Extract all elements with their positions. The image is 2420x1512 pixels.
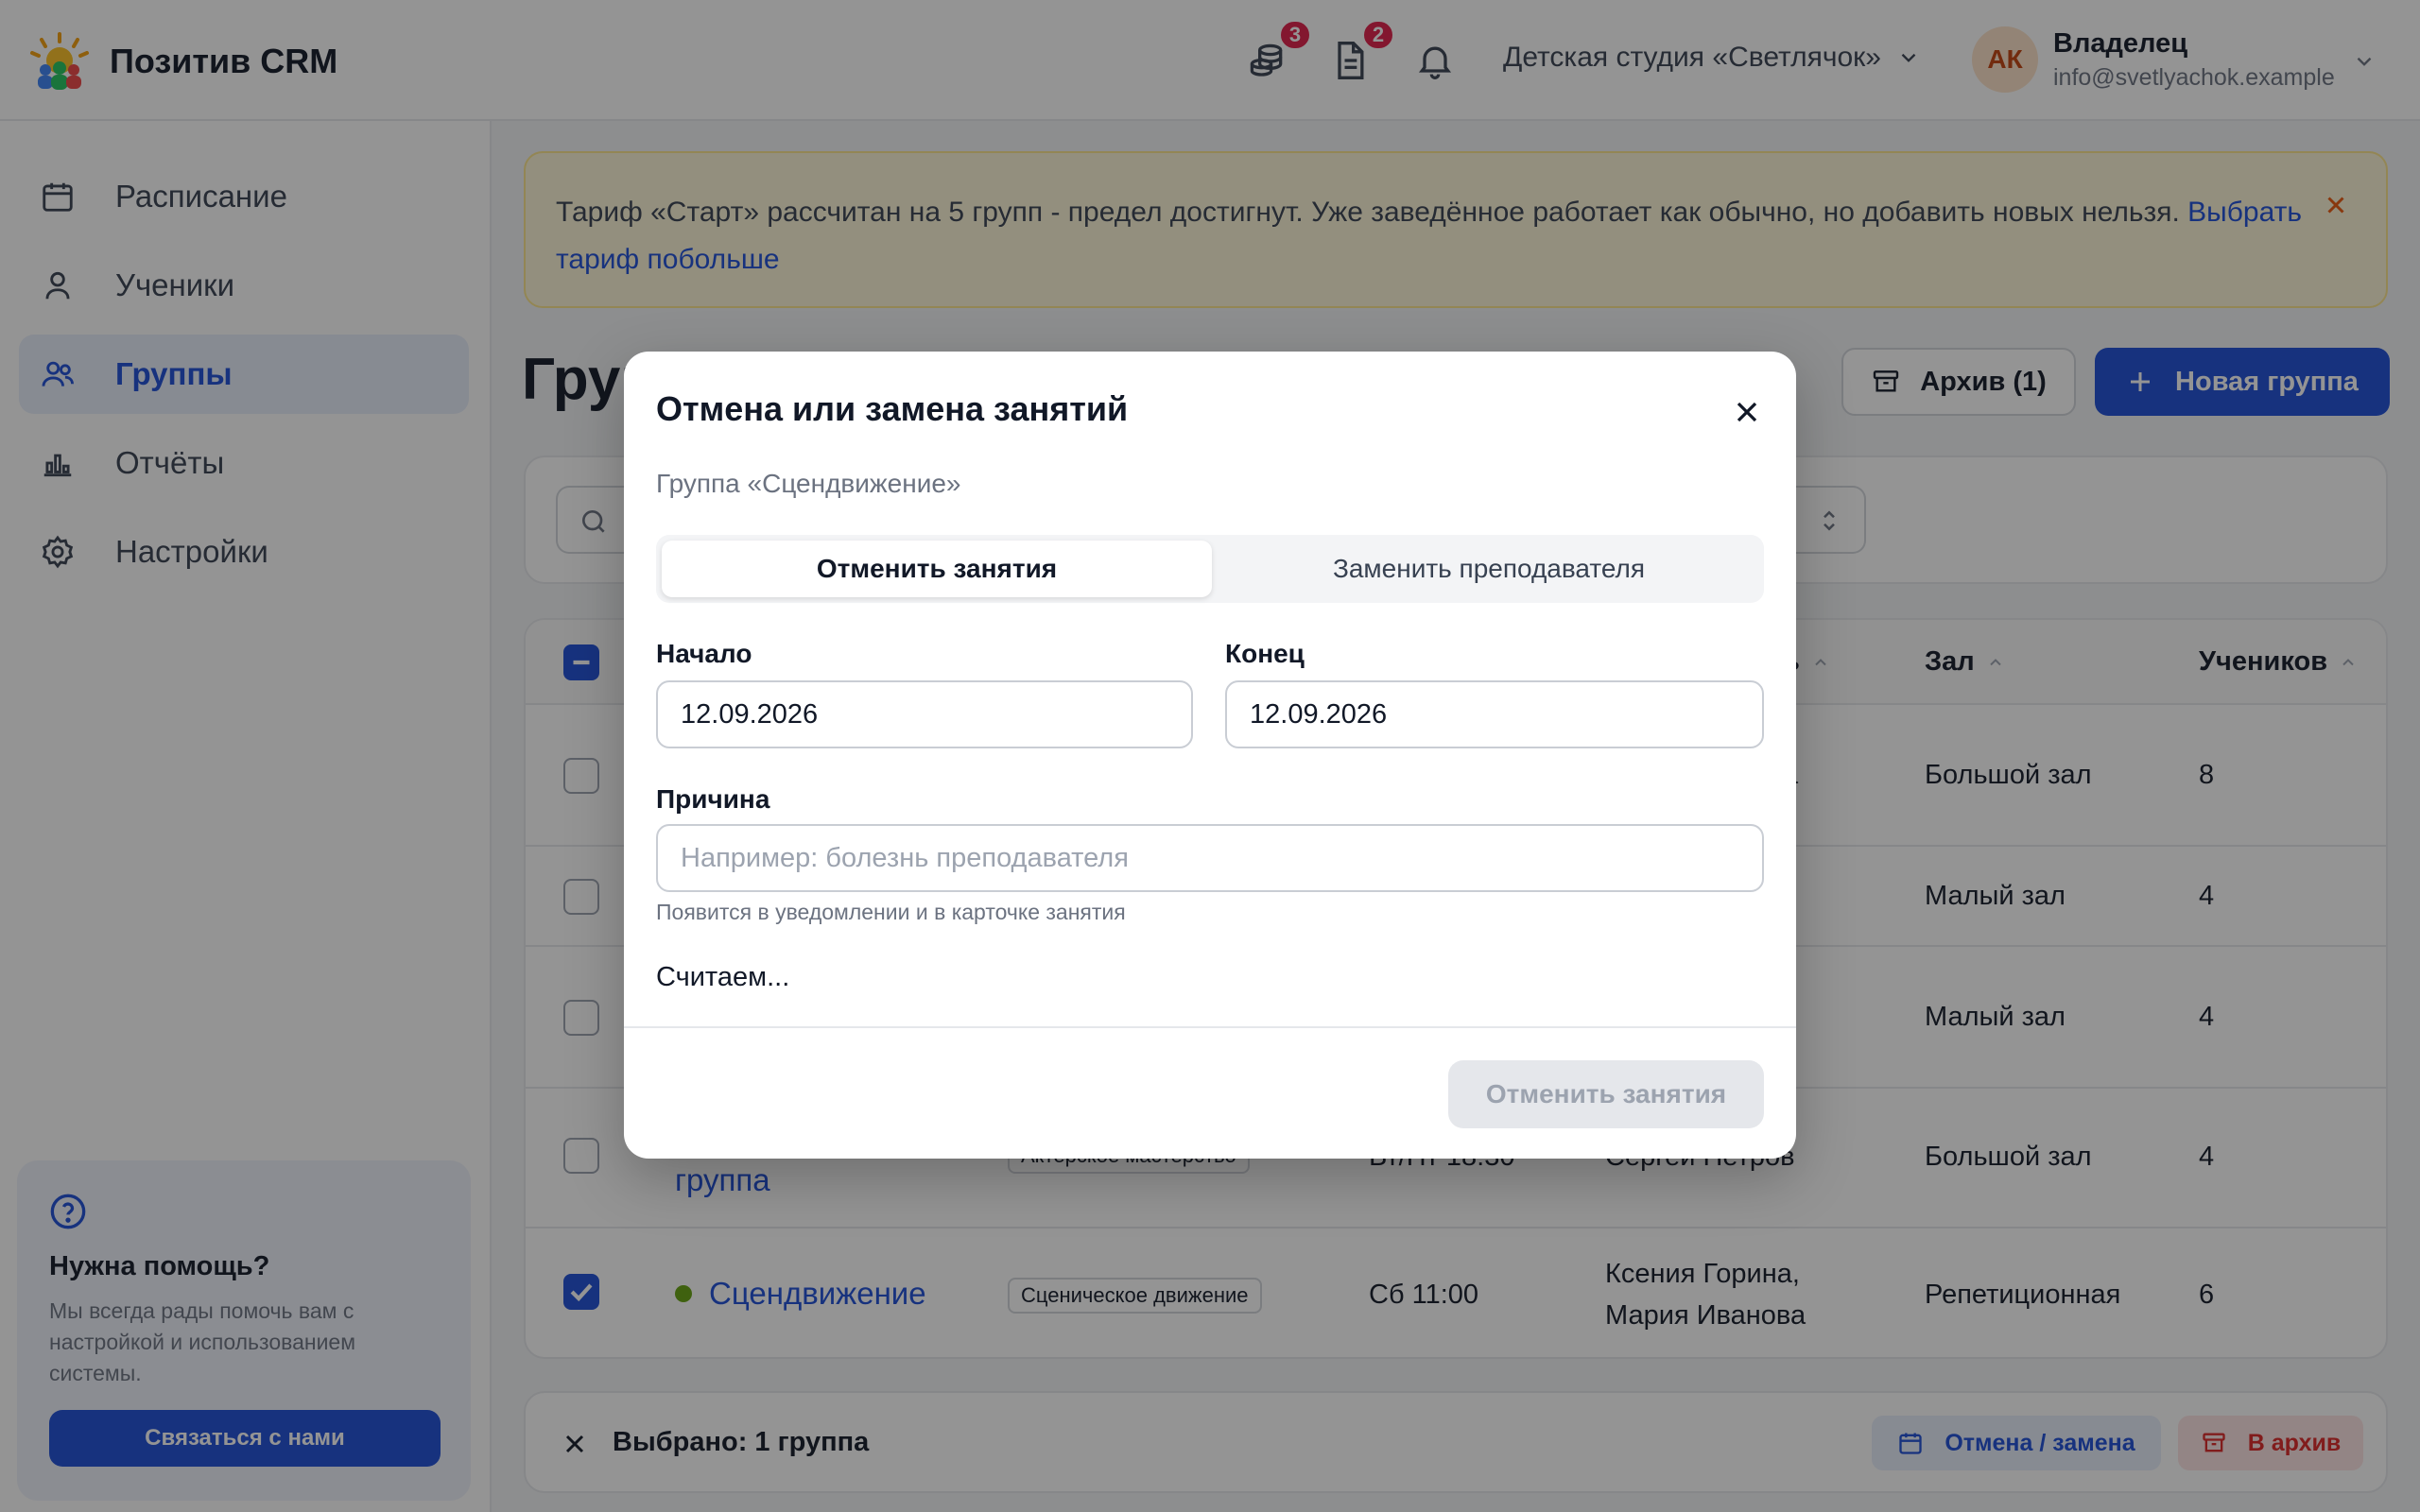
tab-cancel-lessons[interactable]: Отменить занятия <box>662 541 1212 597</box>
cancel-replace-dialog: Отмена или замена занятий Группа «Сцендв… <box>624 352 1796 1159</box>
dialog-subtitle: Группа «Сцендвижение» <box>656 469 961 498</box>
calculation-status: Считаем... <box>656 962 790 992</box>
tab-replace-teacher[interactable]: Заменить преподавателя <box>1214 541 1764 597</box>
dialog-title: Отмена или замена занятий <box>656 389 1129 428</box>
close-icon[interactable] <box>1730 395 1764 429</box>
mode-switch: Отменить занятия Заменить преподавателя <box>656 535 1764 603</box>
reason-label: Причина <box>656 784 770 814</box>
start-label: Начало <box>656 639 752 668</box>
start-date-field[interactable]: 12.09.2026 <box>656 680 1193 748</box>
dialog-divider <box>624 1026 1796 1028</box>
submit-cancel-button[interactable]: Отменить занятия <box>1448 1060 1764 1128</box>
reason-hint: Появится в уведомлении и в карточке заня… <box>656 900 1126 924</box>
reason-input[interactable]: Например: болезнь преподавателя <box>656 824 1764 892</box>
end-label: Конец <box>1225 639 1305 668</box>
end-date-field[interactable]: 12.09.2026 <box>1225 680 1764 748</box>
